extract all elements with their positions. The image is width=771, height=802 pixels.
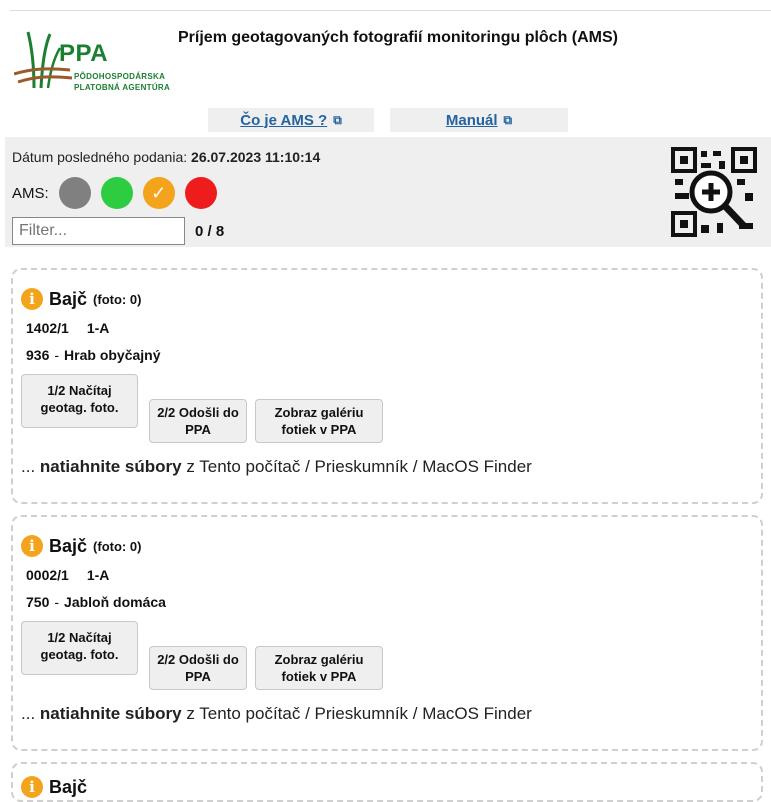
status-panel: Dátum posledného podania: 26.07.2023 11:…	[5, 137, 771, 247]
drop-hint: ... natiahnite súbory z Tento počítač / …	[21, 457, 532, 477]
info-icon[interactable]: i	[21, 535, 43, 557]
card-species-sep: -	[54, 594, 60, 610]
link-manual-label[interactable]: Manuál	[446, 112, 498, 129]
show-gallery-button[interactable]: Zobraz galériu fotiek v PPA	[255, 646, 383, 690]
parcel-card: i Bajč	[11, 762, 763, 802]
card-parcel-line: 0002/1 1-A	[26, 567, 109, 583]
send-to-ppa-button[interactable]: 2/2 Odošli do PPA	[149, 646, 247, 690]
show-gallery-button[interactable]: Zobraz galériu fotiek v PPA	[255, 399, 383, 443]
ams-label: AMS:	[12, 184, 49, 202]
card-species-line: 936- Hrab obyčajný	[26, 347, 161, 363]
status-gray-dot[interactable]	[58, 177, 91, 209]
last-submission-label: Dátum posledného podania:	[12, 149, 188, 165]
card-name: Bajč	[49, 776, 88, 797]
filter-count: 0 / 8	[195, 223, 225, 240]
card-species-sep: -	[54, 347, 60, 363]
card-species-line: 750- Jabloň domáca	[26, 594, 166, 610]
ams-legend: AMS: ✓	[12, 177, 217, 209]
send-to-ppa-button[interactable]: 2/2 Odošli do PPA	[149, 399, 247, 443]
drop-hint: ... natiahnite súbory z Tento počítač / …	[21, 704, 532, 724]
status-orange-check-dot[interactable]: ✓	[142, 177, 175, 209]
drop-hint-rest: z Tento počítač / Prieskumník / MacOS Fi…	[186, 704, 532, 723]
card-name: Bajč	[49, 288, 88, 309]
card-header: i Bajč	[21, 776, 87, 798]
card-foto-count: (foto: 0)	[93, 538, 142, 554]
link-manual[interactable]: Manuál ⧉	[390, 108, 568, 132]
filter-input[interactable]	[12, 217, 185, 245]
card-code: 1-A	[86, 320, 110, 336]
load-geotag-button[interactable]: 1/2 Načítaj geotag. foto.	[21, 621, 138, 675]
card-name: Bajč	[49, 535, 88, 556]
last-submission: Dátum posledného podania: 26.07.2023 11:…	[12, 149, 320, 165]
drop-hint-bold: natiahnite súbory	[39, 704, 182, 723]
info-icon[interactable]: i	[21, 776, 43, 798]
logo-line1: PÔDOHOSPODÁRSKA	[74, 72, 166, 81]
card-header: i Bajč (foto: 0)	[21, 535, 141, 557]
header-links: Čo je AMS ? ⧉ Manuál ⧉	[208, 108, 568, 132]
card-species: Hrab obyčajný	[64, 347, 161, 363]
card-species-num: 936	[26, 347, 50, 363]
ppa-logo: PPA PÔDOHOSPODÁRSKA PLATOBNÁ AGENTÚRA	[14, 28, 184, 98]
card-header: i Bajč (foto: 0)	[21, 288, 141, 310]
info-icon[interactable]: i	[21, 288, 43, 310]
card-foto-count: (foto: 0)	[93, 291, 142, 307]
drop-hint-rest: z Tento počítač / Prieskumník / MacOS Fi…	[186, 457, 532, 476]
card-parcel: 0002/1	[26, 567, 69, 583]
link-what-is-ams[interactable]: Čo je AMS ? ⧉	[208, 108, 374, 132]
link-what-is-ams-label[interactable]: Čo je AMS ?	[240, 112, 327, 129]
last-submission-value: 26.07.2023 11:10:14	[191, 149, 321, 165]
logo-line2: PLATOBNÁ AGENTÚRA	[74, 83, 171, 92]
status-red-dot[interactable]	[184, 177, 217, 209]
card-parcel-line: 1402/1 1-A	[26, 320, 109, 336]
qr-zoom-icon	[671, 147, 757, 237]
page-title: Príjem geotagovaných fotografií monitori…	[178, 29, 619, 46]
load-geotag-button[interactable]: 1/2 Načítaj geotag. foto.	[21, 374, 138, 428]
card-code: 1-A	[86, 567, 110, 583]
top-divider	[10, 10, 771, 11]
logo-brand: PPA	[59, 40, 109, 67]
drop-hint-prefix: ...	[21, 457, 36, 476]
drop-hint-prefix: ...	[21, 704, 36, 723]
external-link-icon: ⧉	[503, 112, 513, 127]
card-parcel: 1402/1	[26, 320, 69, 336]
parcel-card: i Bajč (foto: 0) 0002/1 1-A 750- Jabloň do…	[11, 515, 763, 751]
parcel-card: i Bajč (foto: 0) 1402/1 1-A 936- Hrab obyč…	[11, 268, 763, 504]
external-link-icon: ⧉	[333, 112, 342, 127]
card-species-num: 750	[26, 594, 50, 610]
drop-hint-bold: natiahnite súbory	[39, 457, 182, 476]
card-species: Jabloň domáca	[64, 594, 166, 610]
status-green-dot[interactable]	[100, 177, 133, 209]
qr-zoom-button[interactable]	[671, 147, 757, 239]
